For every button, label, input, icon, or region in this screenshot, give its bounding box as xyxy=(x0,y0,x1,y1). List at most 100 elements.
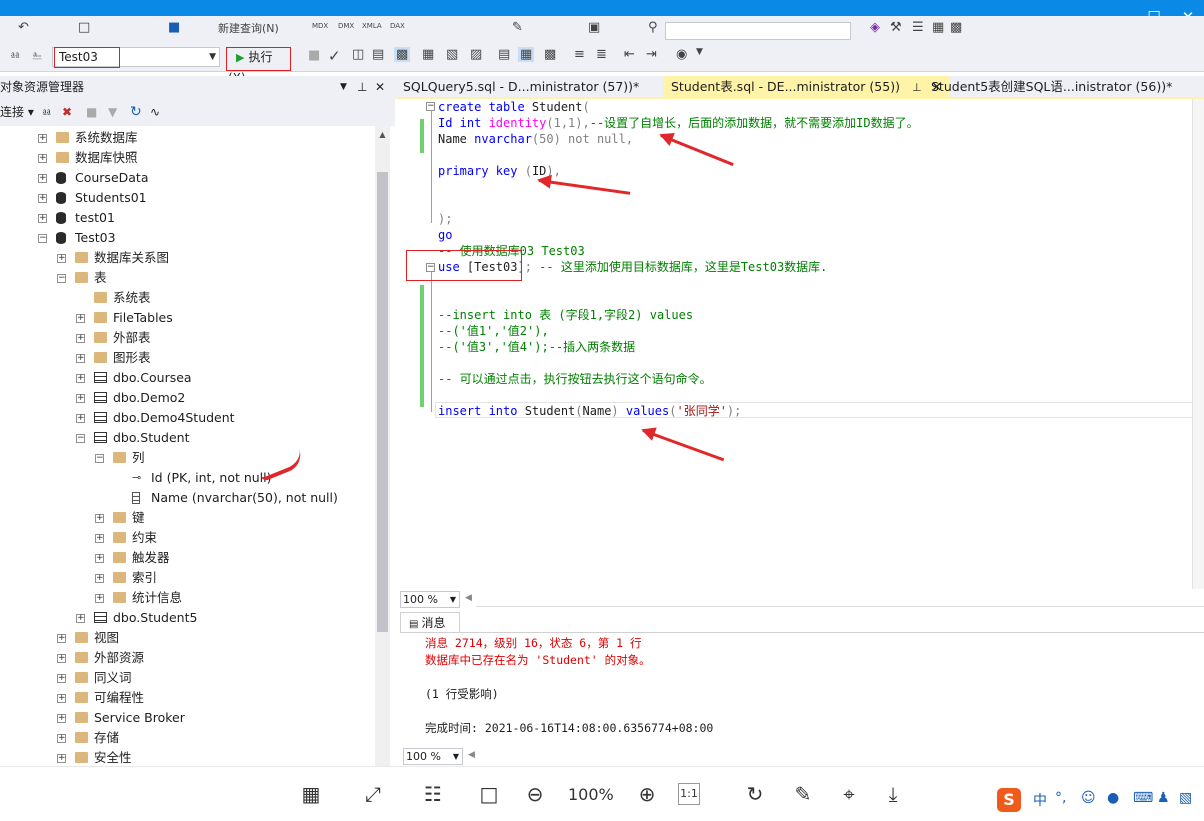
actual-size-icon[interactable]: 1:1 xyxy=(678,783,700,805)
save-icon[interactable]: ■ xyxy=(168,20,180,35)
expand-icon[interactable]: + xyxy=(38,134,47,143)
collapse-icon[interactable]: − xyxy=(57,274,66,283)
toolbar-overflow-icon[interactable]: ▼ xyxy=(696,47,703,57)
user-icon[interactable]: ♟ xyxy=(1157,790,1170,806)
results-to-file-icon[interactable]: ▩ xyxy=(544,47,556,62)
results-text-icon[interactable]: ▤ xyxy=(498,47,510,62)
expand-icon[interactable]: + xyxy=(76,614,85,623)
scroll-up-icon[interactable]: ▲ xyxy=(375,128,390,142)
stop-refresh-icon[interactable]: ■ xyxy=(86,98,97,126)
disconnect-icon[interactable]: ✖ xyxy=(62,98,72,126)
tree-item[interactable]: − 表 xyxy=(0,268,375,288)
editor-scrollbar[interactable] xyxy=(1192,99,1204,589)
sql-editor[interactable]: − − create table Student(Id int identity… xyxy=(398,99,1204,589)
specify-values-icon[interactable]: ◉ xyxy=(676,47,687,62)
search-icon[interactable]: ⚲ xyxy=(648,20,658,35)
client-stats-icon[interactable]: ▨ xyxy=(470,47,482,62)
expand-icon[interactable]: + xyxy=(95,594,104,603)
voice-icon[interactable]: ● xyxy=(1107,790,1119,806)
find-input[interactable] xyxy=(665,22,851,40)
collapse-icon[interactable]: − xyxy=(76,434,85,443)
change-connection-icon[interactable]: ⎁ xyxy=(32,48,42,63)
tree-item[interactable]: + dbo.Student5 xyxy=(0,608,375,628)
expand-icon[interactable]: + xyxy=(95,554,104,563)
crop-icon[interactable]: ⌖ xyxy=(834,779,864,809)
splitter[interactable] xyxy=(476,606,1204,607)
expand-icon[interactable]: + xyxy=(76,374,85,383)
expand-icon[interactable]: + xyxy=(76,394,85,403)
tree-item[interactable]: + CourseData xyxy=(0,168,375,188)
tree-item[interactable]: + 外部资源 xyxy=(0,648,375,668)
punctuation-icon[interactable]: °, xyxy=(1055,790,1066,806)
query-designer-icon[interactable]: ▤ xyxy=(372,47,384,62)
dax-button[interactable]: DAX xyxy=(390,22,405,30)
mdx-button[interactable]: MDX xyxy=(312,22,328,30)
tree-item[interactable]: + 统计信息 xyxy=(0,588,375,608)
expand-icon[interactable]: + xyxy=(57,754,66,763)
decrease-indent-icon[interactable]: ⇤ xyxy=(624,47,635,62)
expand-icon[interactable]: + xyxy=(38,154,47,163)
expand-icon[interactable]: + xyxy=(57,654,66,663)
ime-mode[interactable]: 中 xyxy=(1033,790,1047,810)
connect-object-icon[interactable]: ⎂ xyxy=(42,98,52,126)
pointer-icon[interactable]: ✎ xyxy=(512,20,523,35)
keyboard-icon[interactable]: ⌨ xyxy=(1133,790,1153,806)
expand-icon[interactable]: + xyxy=(38,194,47,203)
increase-indent-icon[interactable]: ⇥ xyxy=(646,47,657,62)
results-grid-icon[interactable]: ▦ xyxy=(518,47,535,62)
tree-item[interactable]: + 视图 xyxy=(0,628,375,648)
tab-student[interactable]: Student表.sql - DE...ministrator (55)) ⊥ … xyxy=(663,76,951,98)
tree-item[interactable]: + test01 xyxy=(0,208,375,228)
panel-menu-icon[interactable]: ▼ xyxy=(340,76,347,98)
results-file-icon[interactable]: ▩ xyxy=(394,47,411,62)
tree-item[interactable]: Name (nvarchar(50), not null) xyxy=(0,488,375,508)
download-icon[interactable]: ⤓ xyxy=(878,779,908,809)
tree-item[interactable]: + 数据库关系图 xyxy=(0,248,375,268)
new-query-button[interactable]: 新建查询(N) xyxy=(218,20,279,36)
emoji-icon[interactable]: ☺ xyxy=(1081,790,1096,806)
translate-icon[interactable]: ☷ xyxy=(418,779,448,809)
comment-icon[interactable]: ≡ xyxy=(574,47,585,62)
tree-item[interactable]: + 数据库快照 xyxy=(0,148,375,168)
tab-messages[interactable]: ▤ 消息 xyxy=(400,612,460,632)
expand-icon[interactable]: + xyxy=(57,634,66,643)
tree-item[interactable]: + dbo.Demo2 xyxy=(0,388,375,408)
fold-toggle-icon[interactable]: − xyxy=(426,102,435,111)
tree-item[interactable]: − dbo.Student xyxy=(0,428,375,448)
include-plan-icon[interactable]: ▦ xyxy=(422,47,434,62)
refresh-icon[interactable]: ↻ xyxy=(130,98,142,126)
tree-item[interactable]: + 约束 xyxy=(0,528,375,548)
expand-icon[interactable]: + xyxy=(38,174,47,183)
expand-icon[interactable]: + xyxy=(76,354,85,363)
messages-zoom-select[interactable]: 100 % ▼ xyxy=(403,748,463,765)
expand-icon[interactable]: + xyxy=(76,314,85,323)
expand-icon[interactable]: + xyxy=(57,674,66,683)
panel-close-icon[interactable]: ✕ xyxy=(375,76,385,98)
tree-item[interactable]: + 外部表 xyxy=(0,328,375,348)
tree-item[interactable]: + 系统数据库 xyxy=(0,128,375,148)
tree-item[interactable]: + 索引 xyxy=(0,568,375,588)
dmx-button[interactable]: DMX xyxy=(338,22,354,30)
tools-icon[interactable]: ⚒ xyxy=(890,20,902,35)
rotate-icon[interactable]: ↻ xyxy=(740,779,770,809)
xmla-button[interactable]: XMLA xyxy=(362,22,382,30)
tree-item[interactable]: + Students01 xyxy=(0,188,375,208)
expand-icon[interactable]: + xyxy=(95,534,104,543)
expand-icon[interactable]: + xyxy=(57,254,66,263)
pin-icon[interactable]: ⊥ xyxy=(912,81,922,94)
tree-item[interactable]: + 触发器 xyxy=(0,548,375,568)
tree-item[interactable]: + 可编程性 xyxy=(0,688,375,708)
tab-student5[interactable]: Student5表创建SQL语...inistrator (56))* xyxy=(923,76,1180,98)
toolbox-icon[interactable]: ▦ xyxy=(932,20,944,35)
stop-icon[interactable]: ■ xyxy=(308,48,320,63)
collapse-icon[interactable]: − xyxy=(38,234,47,243)
expand-icon[interactable]: + xyxy=(57,694,66,703)
zoom-out-icon[interactable]: ⊖ xyxy=(520,779,550,809)
tree-item[interactable]: + dbo.Coursea xyxy=(0,368,375,388)
expand-icon[interactable]: + xyxy=(95,514,104,523)
zoom-in-icon[interactable]: ⊕ xyxy=(632,779,662,809)
tree-item[interactable]: + Service Broker xyxy=(0,708,375,728)
live-stats-icon[interactable]: ▧ xyxy=(446,47,458,62)
expand-icon[interactable]: + xyxy=(76,414,85,423)
uncomment-icon[interactable]: ≣ xyxy=(596,47,607,62)
